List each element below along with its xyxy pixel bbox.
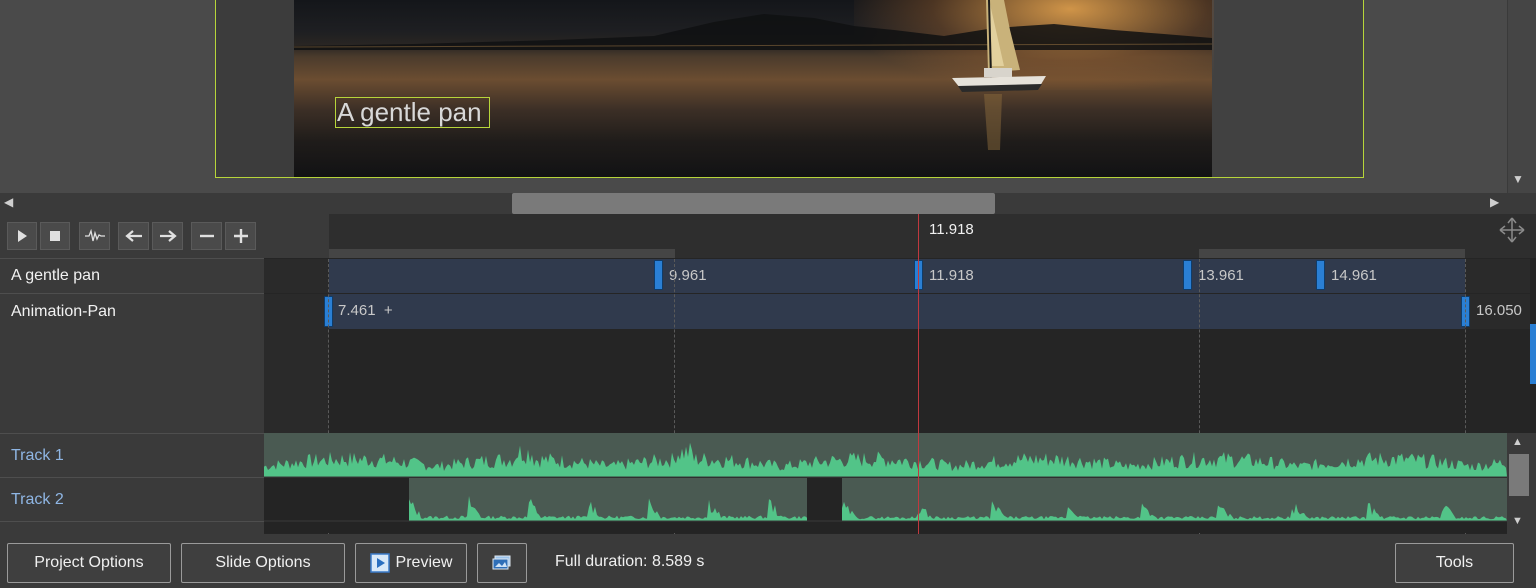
scroll-left-icon[interactable]: ◀ xyxy=(4,195,16,211)
timeline-row-label[interactable]: A gentle pan xyxy=(0,258,264,293)
preview-button-label: Preview xyxy=(395,554,453,571)
keyframe-marker[interactable] xyxy=(654,260,663,290)
move-icon[interactable] xyxy=(1498,216,1526,244)
horizontal-scroll-thumb[interactable] xyxy=(512,193,995,214)
keyframe-marker[interactable] xyxy=(1316,260,1325,290)
ruler-range-bar xyxy=(329,249,675,258)
next-button[interactable] xyxy=(152,222,183,250)
zoom-out-button[interactable] xyxy=(191,222,222,250)
keyframe-label: 11.918 xyxy=(929,267,974,284)
scroll-up-icon[interactable]: ▲ xyxy=(1512,436,1523,448)
playhead-cursor-line[interactable] xyxy=(918,214,919,534)
selection-edge-indicator xyxy=(1530,324,1536,384)
audio-track-label[interactable]: Track 1 xyxy=(0,433,264,477)
audio-label-filler xyxy=(0,521,264,535)
scroll-down-icon[interactable]: ▼ xyxy=(1512,515,1523,527)
scroll-right-icon[interactable]: ▶ xyxy=(1490,195,1502,211)
animation-end-label: 16.050 xyxy=(1476,302,1522,319)
slide-dimmed-right xyxy=(1212,0,1363,177)
tools-button[interactable]: Tools xyxy=(1395,543,1514,583)
minus-icon xyxy=(199,234,214,238)
animation-track[interactable] xyxy=(329,294,1465,329)
slideshow-icon xyxy=(492,555,511,570)
slide-frame[interactable]: A gentle pan xyxy=(215,0,1364,178)
arrow-left-icon xyxy=(124,230,142,242)
zoom-in-button[interactable] xyxy=(225,222,256,250)
animation-start-label: 7.461 + xyxy=(338,302,393,319)
play-button[interactable] xyxy=(7,222,37,250)
play-icon xyxy=(18,230,27,242)
preview-button[interactable]: Preview xyxy=(355,543,467,583)
ruler-range-bar xyxy=(1199,249,1465,258)
stop-icon xyxy=(50,231,60,241)
scroll-down-icon[interactable]: ▼ xyxy=(1508,172,1528,190)
slide-background-image xyxy=(294,0,1214,177)
slideshow-button[interactable] xyxy=(477,543,527,583)
keyframe-label: 13.961 xyxy=(1198,267,1244,284)
audio-waveform-area[interactable] xyxy=(264,433,1507,533)
previous-button[interactable] xyxy=(118,222,149,250)
row-gutter xyxy=(264,329,329,433)
preview-vertical-scrollbar[interactable] xyxy=(1508,0,1536,193)
slide-dimmed-left xyxy=(216,0,294,177)
plus-icon xyxy=(233,229,248,243)
timeline-row-label[interactable]: Animation-Pan xyxy=(0,293,264,329)
sailboat-image xyxy=(952,0,1046,150)
row-gutter xyxy=(264,259,329,293)
audio-scroll-thumb[interactable] xyxy=(1509,454,1529,496)
full-duration-text: Full duration: 8.589 s xyxy=(555,553,705,570)
project-options-button[interactable]: Project Options xyxy=(7,543,171,583)
cursor-time-label: 11.918 xyxy=(929,221,974,238)
empty-label-area xyxy=(0,329,264,433)
row-end-area xyxy=(1465,259,1530,293)
slide-options-button[interactable]: Slide Options xyxy=(181,543,345,583)
arrow-right-icon xyxy=(159,230,177,242)
audio-track-label[interactable]: Track 2 xyxy=(0,477,264,521)
keyframe-marker[interactable] xyxy=(1183,260,1192,290)
text-overlay-object[interactable]: A gentle pan xyxy=(335,97,490,128)
text-object-track[interactable] xyxy=(329,259,1465,293)
row-gutter xyxy=(264,294,329,329)
mountain-silhouette xyxy=(294,14,1212,50)
stop-button[interactable] xyxy=(40,222,70,250)
preview-play-icon xyxy=(369,553,390,573)
waveform-button[interactable] xyxy=(79,222,110,250)
keyframe-label: 14.961 xyxy=(1331,267,1377,284)
waveform-icon xyxy=(84,229,105,242)
